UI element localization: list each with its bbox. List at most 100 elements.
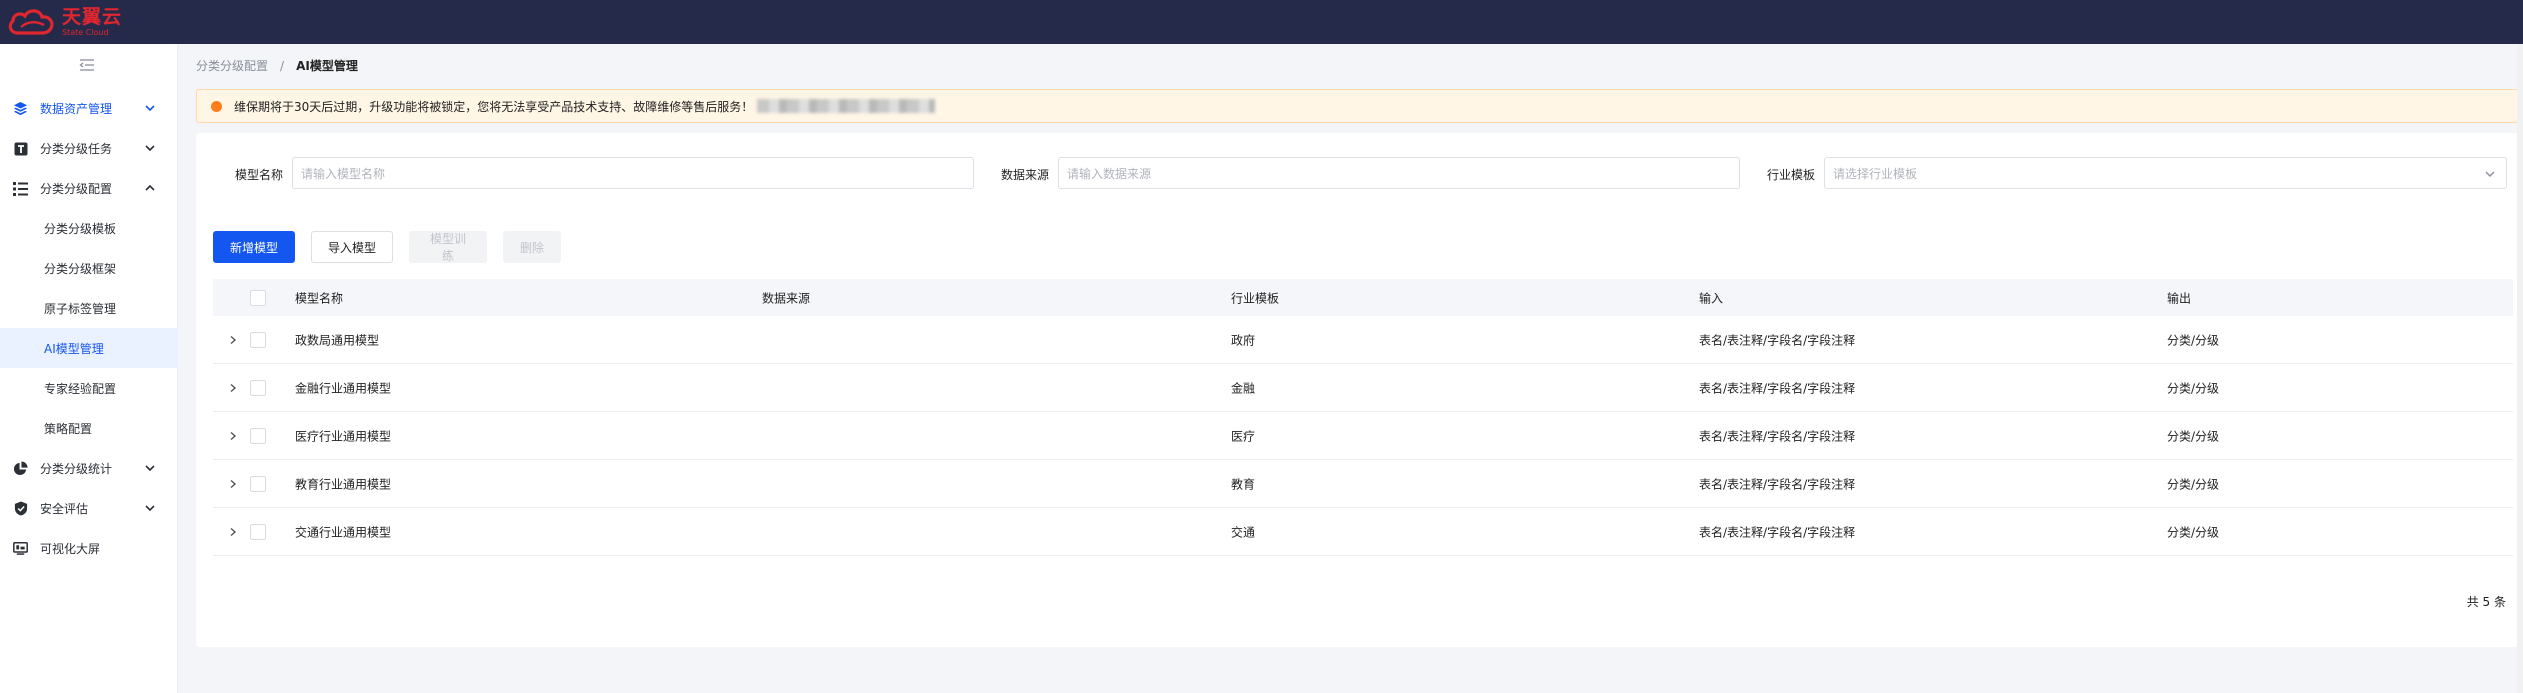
delete-button[interactable]: 删除	[503, 231, 561, 263]
chevron-down-icon	[2485, 171, 2495, 177]
expand-row-icon[interactable]	[228, 383, 238, 393]
data-source-label: 数据来源	[1001, 168, 1050, 182]
breadcrumb-parent[interactable]: 分类分级配置	[196, 57, 268, 74]
cell-input: 表名/表注释/字段名/字段注释	[1699, 333, 1856, 347]
expiry-notice: 维保期将于30天后过期，升级功能将被锁定，您将无法享受产品技术支持、故障维修等售…	[196, 89, 2518, 123]
expand-row-icon[interactable]	[228, 335, 238, 345]
sidebar-item-statistics[interactable]: 分类分级统计	[0, 448, 178, 488]
row-checkbox[interactable]	[250, 475, 266, 492]
list-icon	[13, 181, 28, 196]
redacted-contact	[757, 99, 936, 113]
chevron-down-icon	[145, 505, 155, 512]
warning-dot-icon	[211, 100, 222, 112]
cell-name: 政数局通用模型	[295, 333, 380, 347]
import-model-button[interactable]: 导入模型	[311, 231, 393, 263]
table-row[interactable]: 政数局通用模型 政府 表名/表注释/字段名/字段注释 分类/分级	[213, 316, 2513, 364]
sidebar-item-ai-models[interactable]: AI模型管理	[0, 328, 178, 368]
sidebar-item-dashboard[interactable]: 可视化大屏	[0, 528, 178, 568]
sidebar-item-label: 分类分级配置	[40, 181, 113, 196]
layers-icon	[13, 101, 28, 116]
table-row[interactable]: 教育行业通用模型 教育 表名/表注释/字段名/字段注释 分类/分级	[213, 460, 2513, 508]
sidebar-item-label: 分类分级框架	[44, 261, 117, 276]
sidebar-item-templates[interactable]: 分类分级模板	[0, 208, 178, 248]
sidebar-item-label: 可视化大屏	[40, 541, 101, 556]
sidebar-item-expert-config[interactable]: 专家经验配置	[0, 368, 178, 408]
main-panel: 模型名称 请输入模型名称 数据来源 请输入数据来源 行业模板 请选择行业模板 新…	[196, 133, 2518, 647]
notice-text: 维保期将于30天后过期，升级功能将被锁定，您将无法享受产品技术支持、故障维修等售…	[234, 99, 754, 114]
sidebar-item-security[interactable]: 安全评估	[0, 488, 178, 528]
cell-name: 教育行业通用模型	[295, 477, 392, 491]
industry-template-label: 行业模板	[1767, 168, 1816, 182]
column-header-name: 模型名称	[295, 291, 344, 305]
cell-output: 分类/分级	[2167, 381, 2220, 395]
industry-template-select[interactable]: 请选择行业模板	[1824, 157, 2507, 189]
cell-industry: 教育	[1231, 477, 1256, 491]
cell-output: 分类/分级	[2167, 429, 2220, 443]
pie-chart-icon	[13, 461, 28, 476]
sidebar-item-framework[interactable]: 分类分级框架	[0, 248, 178, 288]
sidebar-item-tasks[interactable]: 分类分级任务	[0, 128, 178, 168]
expand-row-icon[interactable]	[228, 479, 238, 489]
expand-row-icon[interactable]	[228, 527, 238, 537]
breadcrumb: 分类分级配置 / AI模型管理	[196, 57, 358, 74]
table-header: 模型名称 数据来源 行业模板 输入 输出	[213, 279, 2513, 316]
model-name-label: 模型名称	[235, 168, 284, 182]
sidebar-item-label: 分类分级任务	[40, 141, 113, 156]
cell-input: 表名/表注释/字段名/字段注释	[1699, 477, 1856, 491]
data-source-input[interactable]: 请输入数据来源	[1058, 157, 1740, 189]
column-header-source: 数据来源	[762, 291, 811, 305]
task-icon	[13, 141, 28, 156]
row-checkbox[interactable]	[250, 331, 266, 348]
top-bar: 天翼云 State Cloud	[0, 0, 2523, 44]
cloud-logo-icon	[8, 9, 54, 35]
chevron-down-icon	[145, 145, 155, 152]
train-model-button[interactable]: 模型训练	[409, 231, 487, 263]
sidebar-item-label: 分类分级统计	[40, 461, 113, 476]
brand-logo[interactable]: 天翼云 State Cloud	[6, 4, 122, 40]
cell-output: 分类/分级	[2167, 525, 2220, 539]
model-name-input[interactable]: 请输入模型名称	[292, 157, 974, 189]
action-bar: 新增模型 导入模型 模型训练 删除	[213, 231, 561, 263]
page-scrollbar[interactable]	[2517, 44, 2523, 693]
sidebar-item-label: 分类分级模板	[44, 221, 117, 236]
sidebar-item-label: 策略配置	[44, 421, 93, 436]
cell-name: 医疗行业通用模型	[295, 429, 392, 443]
cell-input: 表名/表注释/字段名/字段注释	[1699, 429, 1856, 443]
sidebar-item-label: AI模型管理	[44, 341, 104, 356]
cell-output: 分类/分级	[2167, 477, 2220, 491]
screen-icon	[13, 541, 28, 556]
model-table: 模型名称 数据来源 行业模板 输入 输出 政数局通用模型 政府 表名/表注释/字…	[213, 279, 2513, 556]
sidebar-item-label: 安全评估	[40, 501, 89, 516]
sidebar-item-policy[interactable]: 策略配置	[0, 408, 178, 448]
table-row[interactable]: 交通行业通用模型 交通 表名/表注释/字段名/字段注释 分类/分级	[213, 508, 2513, 556]
sidebar-item-config[interactable]: 分类分级配置	[0, 168, 178, 208]
sidebar-item-label: 原子标签管理	[44, 301, 117, 316]
column-header-input: 输入	[1699, 291, 1724, 305]
sidebar-item-atomic-tags[interactable]: 原子标签管理	[0, 288, 178, 328]
sidebar-item-label: 专家经验配置	[44, 381, 117, 396]
sidebar-item-data-assets[interactable]: 数据资产管理	[0, 88, 178, 128]
cell-input: 表名/表注释/字段名/字段注释	[1699, 381, 1856, 395]
chevron-down-icon	[145, 105, 155, 112]
cell-industry: 医疗	[1231, 429, 1256, 443]
cell-output: 分类/分级	[2167, 333, 2220, 347]
column-header-industry: 行业模板	[1231, 291, 1280, 305]
chevron-down-icon	[145, 465, 155, 472]
table-row[interactable]: 金融行业通用模型 金融 表名/表注释/字段名/字段注释 分类/分级	[213, 364, 2513, 412]
pagination-total: 共 5 条	[2466, 595, 2506, 609]
row-checkbox[interactable]	[250, 427, 266, 444]
expand-row-icon[interactable]	[228, 431, 238, 441]
collapse-menu-icon[interactable]	[78, 58, 96, 74]
select-all-checkbox[interactable]	[250, 289, 266, 306]
sidebar: 数据资产管理 分类分级任务 分类分级配置 分类分级模板 分类分级框架 原子标签管…	[0, 44, 178, 693]
add-model-button[interactable]: 新增模型	[213, 231, 295, 263]
row-checkbox[interactable]	[250, 523, 266, 540]
row-checkbox[interactable]	[250, 379, 266, 396]
chevron-up-icon	[145, 184, 155, 191]
cell-industry: 金融	[1231, 381, 1256, 395]
sidebar-menu: 数据资产管理 分类分级任务 分类分级配置 分类分级模板 分类分级框架 原子标签管…	[0, 88, 178, 568]
industry-template-placeholder: 请选择行业模板	[1833, 166, 1918, 181]
cell-industry: 交通	[1231, 525, 1256, 539]
table-row[interactable]: 医疗行业通用模型 医疗 表名/表注释/字段名/字段注释 分类/分级	[213, 412, 2513, 460]
cell-name: 金融行业通用模型	[295, 381, 392, 395]
